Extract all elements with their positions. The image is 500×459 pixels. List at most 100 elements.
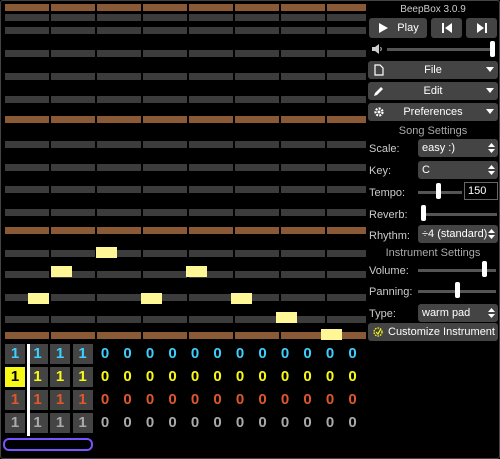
note[interactable] — [231, 293, 252, 304]
pattern-cell[interactable]: 1 — [27, 390, 48, 410]
pattern-cell[interactable]: 1 — [5, 390, 25, 410]
pattern-cell[interactable]: 1 — [72, 390, 93, 410]
pitch-row[interactable] — [5, 332, 366, 339]
pattern-cell[interactable]: 1 — [72, 367, 93, 387]
pitch-row[interactable] — [5, 27, 366, 34]
track-editor[interactable]: 1111000000000000111100000000000011110000… — [5, 344, 365, 436]
pattern-cell[interactable]: 0 — [163, 390, 183, 410]
prev-bar-button[interactable] — [431, 18, 462, 38]
pattern-cell[interactable]: 0 — [185, 390, 205, 410]
pattern-cell[interactable]: 0 — [253, 390, 273, 410]
pattern-cell[interactable]: 0 — [140, 413, 160, 433]
rhythm-select[interactable]: ÷4 (standard) — [418, 225, 498, 243]
key-select[interactable]: C — [418, 161, 498, 179]
pattern-cell[interactable]: 0 — [95, 344, 115, 364]
pattern-cell[interactable]: 0 — [163, 344, 183, 364]
note[interactable] — [321, 329, 342, 340]
pattern-cell[interactable]: 0 — [275, 390, 295, 410]
pattern-cell[interactable]: 1 — [5, 344, 25, 364]
pattern-cell[interactable]: 0 — [95, 413, 115, 433]
pattern-cell[interactable]: 1 — [72, 413, 93, 433]
pattern-cell[interactable]: 0 — [140, 390, 160, 410]
pattern-cell[interactable]: 0 — [118, 413, 138, 433]
next-bar-button[interactable] — [466, 18, 497, 38]
pattern-cell[interactable]: 0 — [253, 413, 273, 433]
pattern-cell[interactable]: 0 — [230, 344, 250, 364]
pattern-cell[interactable]: 1 — [5, 413, 25, 433]
pitch-row[interactable] — [5, 116, 366, 123]
note[interactable] — [141, 293, 162, 304]
note[interactable] — [96, 247, 117, 258]
note[interactable] — [28, 293, 49, 304]
pattern-cell[interactable]: 0 — [118, 367, 138, 387]
pattern-cell[interactable]: 0 — [163, 367, 183, 387]
pattern-cell[interactable]: 0 — [343, 344, 363, 364]
pattern-cell[interactable]: 1 — [27, 413, 48, 433]
pattern-cell[interactable]: 1 — [50, 390, 70, 410]
pattern-cell[interactable]: 0 — [208, 390, 228, 410]
pattern-cell[interactable]: 0 — [298, 367, 318, 387]
pattern-cell[interactable]: 1 — [50, 413, 70, 433]
instrument-volume-thumb[interactable] — [482, 261, 488, 277]
pattern-cell[interactable]: 0 — [298, 390, 318, 410]
pattern-cell[interactable]: 0 — [275, 344, 295, 364]
pattern-cell[interactable]: 0 — [208, 413, 228, 433]
pitch-row[interactable] — [5, 73, 366, 80]
pattern-cell[interactable]: 0 — [163, 413, 183, 433]
pattern-cell[interactable]: 0 — [208, 367, 228, 387]
tempo-slider-thumb[interactable] — [435, 183, 441, 199]
scale-select[interactable]: easy :) — [418, 139, 498, 157]
pattern-cell[interactable]: 0 — [118, 344, 138, 364]
preferences-menu[interactable]: Preferences — [368, 103, 498, 121]
pattern-cell[interactable]: 0 — [343, 390, 363, 410]
pattern-cell[interactable]: 0 — [230, 390, 250, 410]
pattern-cell[interactable]: 0 — [298, 413, 318, 433]
reverb-slider-thumb[interactable] — [421, 205, 426, 221]
pattern-cell[interactable]: 0 — [95, 390, 115, 410]
pattern-cell[interactable]: 0 — [208, 344, 228, 364]
pattern-cell[interactable]: 1 — [72, 344, 93, 364]
pitch-row[interactable] — [5, 50, 366, 57]
pitch-row[interactable] — [5, 186, 366, 193]
pattern-cell[interactable]: 0 — [230, 413, 250, 433]
edit-menu[interactable]: Edit — [368, 82, 498, 100]
pitch-row[interactable] — [5, 227, 366, 234]
tempo-input[interactable]: 150 — [464, 182, 498, 200]
pattern-cell[interactable]: 0 — [320, 344, 340, 364]
pattern-cell[interactable]: 0 — [118, 390, 138, 410]
pattern-cell[interactable]: 0 — [253, 344, 273, 364]
pitch-row[interactable] — [5, 164, 366, 171]
pattern-editor[interactable] — [5, 1, 366, 341]
pattern-cell[interactable]: 0 — [298, 344, 318, 364]
pattern-cell[interactable]: 0 — [253, 367, 273, 387]
customize-instrument-button[interactable]: Customize Instrument — [368, 323, 498, 341]
reverb-slider-track[interactable] — [421, 213, 497, 216]
pattern-cell[interactable]: 0 — [343, 413, 363, 433]
master-volume-thumb[interactable] — [490, 41, 495, 57]
panning-thumb[interactable] — [454, 282, 460, 298]
pattern-cell[interactable]: 1 — [27, 344, 48, 364]
pattern-cell[interactable]: 0 — [185, 367, 205, 387]
pattern-cell[interactable]: 1 — [50, 344, 70, 364]
master-volume-track[interactable] — [387, 48, 495, 51]
pattern-cell[interactable]: 1 — [27, 367, 48, 387]
pattern-cell[interactable]: 0 — [140, 367, 160, 387]
file-menu[interactable]: File — [368, 61, 498, 79]
pattern-cell[interactable]: 0 — [275, 367, 295, 387]
pattern-cell[interactable]: 0 — [343, 367, 363, 387]
pattern-cell[interactable]: 0 — [320, 390, 340, 410]
pattern-cell[interactable]: 0 — [320, 413, 340, 433]
pattern-cell[interactable]: 1 — [5, 367, 25, 387]
note[interactable] — [186, 266, 207, 277]
pattern-cell[interactable]: 0 — [95, 367, 115, 387]
instrument-type-select[interactable]: warm pad — [418, 304, 498, 322]
pitch-row[interactable] — [5, 294, 366, 301]
pitch-row[interactable] — [5, 4, 366, 11]
pitch-row[interactable] — [5, 209, 366, 216]
pitch-row[interactable] — [5, 250, 366, 257]
pattern-cell[interactable]: 1 — [50, 367, 70, 387]
pattern-cell[interactable]: 0 — [185, 344, 205, 364]
pattern-cell[interactable]: 0 — [275, 413, 295, 433]
note[interactable] — [51, 266, 72, 277]
loop-selector[interactable] — [3, 438, 93, 451]
